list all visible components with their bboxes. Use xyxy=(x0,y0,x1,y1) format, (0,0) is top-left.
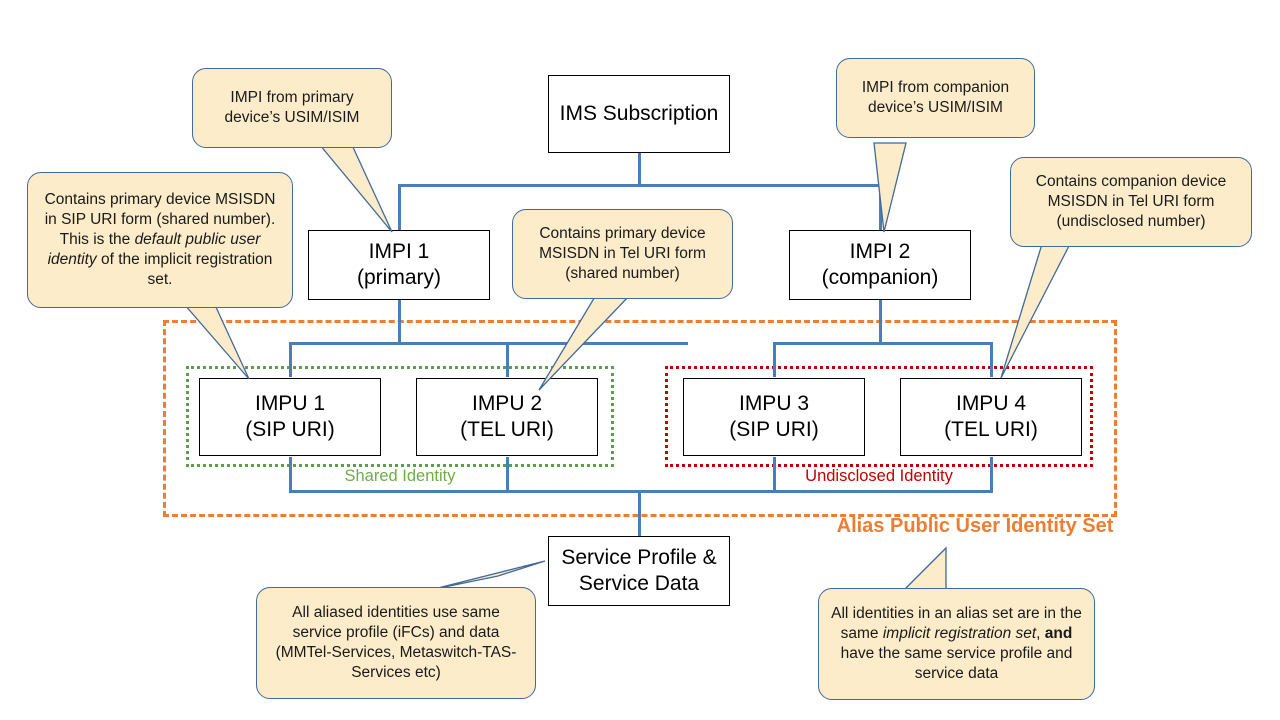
node-impu-2-line1: IMPU 2 xyxy=(471,392,542,416)
callout-impi1-source-text: IMPI from primary device’s USIM/ISIM xyxy=(224,89,360,126)
node-service-profile-line2: Service Data xyxy=(578,572,700,595)
callout-service-profile-description: All aliased identities use same service … xyxy=(256,587,536,699)
node-impi-2-line1: IMPI 2 xyxy=(849,240,911,264)
node-impu-1-line1: IMPU 1 xyxy=(254,392,325,416)
node-impu-2[interactable]: IMPU 2 (TEL URI) xyxy=(416,378,598,456)
connector-impu2-up xyxy=(506,342,509,377)
callout-tail-alias-desc xyxy=(900,546,947,593)
connector-impi1-down xyxy=(398,299,401,344)
node-service-profile[interactable]: Service Profile & Service Data xyxy=(548,536,730,606)
node-impu-3-line2: (SIP URI) xyxy=(729,418,819,441)
node-impi-2-line2: (companion) xyxy=(821,266,939,289)
connector-impu3-up xyxy=(773,342,776,377)
callout-impi1-source: IMPI from primary device’s USIM/ISIM xyxy=(192,68,392,148)
group-label-shared-identity: Shared Identity xyxy=(344,467,456,485)
connector-impu1-up xyxy=(289,342,292,377)
node-impu-3-line1: IMPU 3 xyxy=(738,392,809,416)
callout-impu1-description-text: Contains primary device MSISDN in SIP UR… xyxy=(44,191,276,288)
callout-tail-impi1-source xyxy=(318,144,393,233)
node-ims-subscription-line1: IMS Subscription xyxy=(559,102,719,126)
node-impu-4-line1: IMPU 4 xyxy=(955,392,1026,416)
callout-alias-description-text: All identities in an alias set are in th… xyxy=(831,605,1082,682)
callout-tail-service-profile-desc xyxy=(429,560,546,591)
node-impu-4-line2: (TEL URI) xyxy=(944,418,1038,441)
group-label-alias-set: Alias Public User Identity Set xyxy=(836,515,1114,537)
connector-service-profile-up xyxy=(638,490,641,536)
node-impu-3[interactable]: IMPU 3 (SIP URI) xyxy=(683,378,865,456)
connector-impu-right-bus xyxy=(773,342,992,345)
callout-service-profile-description-text: All aliased identities use same service … xyxy=(275,604,517,681)
connector-impi2-up xyxy=(879,184,882,230)
diagram-canvas: Shared Identity Undisclosed Identity Ali… xyxy=(0,0,1280,720)
callout-impu2-description-text: Contains primary device MSISDN in Tel UR… xyxy=(539,225,706,282)
node-impu-2-line2: (TEL URI) xyxy=(460,418,554,441)
connector-impi1-up xyxy=(398,184,401,230)
callout-alias-description: All identities in an alias set are in th… xyxy=(818,588,1095,700)
node-impu-1[interactable]: IMPU 1 (SIP URI) xyxy=(199,378,381,456)
connector-impu4-up xyxy=(990,342,993,377)
connector-impu-left-bus xyxy=(289,342,688,345)
connector-bottom-bus xyxy=(289,490,993,493)
callout-impu1-description: Contains primary device MSISDN in SIP UR… xyxy=(27,172,293,308)
node-impi-1[interactable]: IMPI 1 (primary) xyxy=(308,230,490,300)
callout-impu4-description: Contains companion device MSISDN in Tel … xyxy=(1010,157,1252,247)
callout-impi2-source-text: IMPI from companion device’s USIM/ISIM xyxy=(861,79,1010,116)
node-impu-4[interactable]: IMPU 4 (TEL URI) xyxy=(900,378,1082,456)
node-impi-1-line1: IMPI 1 xyxy=(368,240,430,264)
node-service-profile-line1: Service Profile & xyxy=(561,546,717,570)
connector-ims-down xyxy=(638,153,641,186)
node-impu-1-line2: (SIP URI) xyxy=(245,418,335,441)
connector-impi2-down xyxy=(879,299,882,344)
callout-impu2-description: Contains primary device MSISDN in Tel UR… xyxy=(512,209,733,299)
callout-impu4-description-text: Contains companion device MSISDN in Tel … xyxy=(1035,173,1227,230)
node-ims-subscription[interactable]: IMS Subscription xyxy=(548,75,730,153)
node-impi-1-line2: (primary) xyxy=(357,266,441,289)
connector-impi-bus xyxy=(399,184,881,187)
callout-impi2-source: IMPI from companion device’s USIM/ISIM xyxy=(836,58,1035,138)
node-impi-2[interactable]: IMPI 2 (companion) xyxy=(789,230,971,300)
group-label-undisclosed-identity: Undisclosed Identity xyxy=(805,467,953,485)
